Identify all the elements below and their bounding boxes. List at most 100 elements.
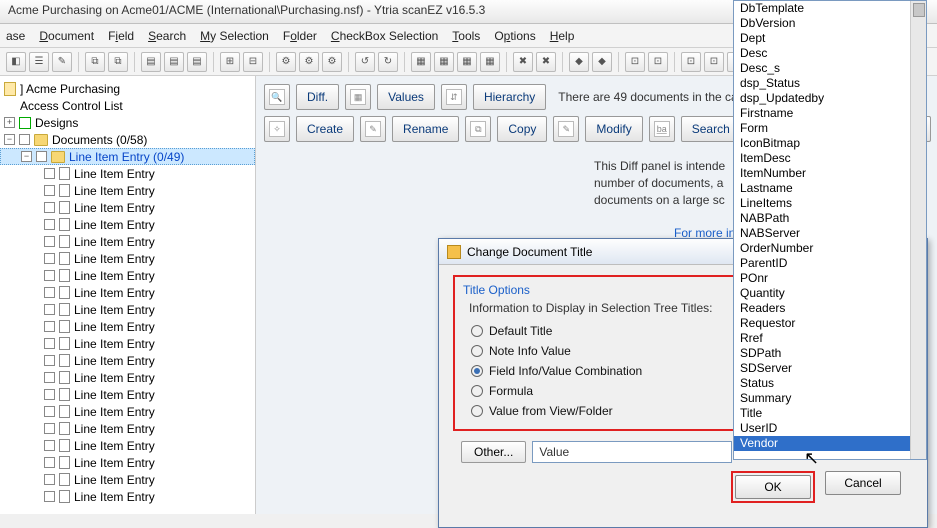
field-list-item[interactable]: DbVersion	[734, 16, 926, 31]
field-dropdown-list[interactable]: DbTemplateDbVersionDeptDescDesc_sdsp_Sta…	[733, 0, 927, 460]
checkbox[interactable]	[36, 151, 47, 162]
radio-icon[interactable]	[471, 365, 483, 377]
search-icon-button[interactable]: b̲a̲	[649, 116, 675, 142]
toolbar-button[interactable]: ⚙	[276, 52, 296, 72]
rename-button[interactable]: Rename	[392, 116, 459, 142]
toolbar-button[interactable]: ✖	[536, 52, 556, 72]
field-list-item[interactable]: NABPath	[734, 211, 926, 226]
rename-icon-button[interactable]: ✎	[360, 116, 386, 142]
checkbox[interactable]	[44, 440, 55, 451]
radio-icon[interactable]	[471, 325, 483, 337]
modify-icon-button[interactable]: ✎	[553, 116, 579, 142]
checkbox[interactable]	[44, 372, 55, 383]
field-list-item[interactable]: ItemDesc	[734, 151, 926, 166]
checkbox[interactable]	[44, 355, 55, 366]
panel-icon-button[interactable]: 🔍	[264, 84, 290, 110]
toolbar-button[interactable]: ⚙	[299, 52, 319, 72]
checkbox[interactable]	[44, 287, 55, 298]
menu-field[interactable]: Field	[108, 29, 134, 43]
toolbar-button[interactable]: ◆	[569, 52, 589, 72]
field-list-item[interactable]: Requestor	[734, 316, 926, 331]
toolbar-button[interactable]: ⧉	[108, 52, 128, 72]
tree-leaf[interactable]: Line Item Entry	[0, 386, 255, 403]
checkbox[interactable]	[44, 321, 55, 332]
field-list-item[interactable]: SDPath	[734, 346, 926, 361]
field-list-item[interactable]: LineItems	[734, 196, 926, 211]
menu-folder[interactable]: Folder	[283, 29, 317, 43]
checkbox[interactable]	[44, 253, 55, 264]
toolbar-button[interactable]: ▦	[411, 52, 431, 72]
other-button[interactable]: Other...	[461, 441, 526, 463]
toolbar-button[interactable]: ⊡	[648, 52, 668, 72]
checkbox[interactable]	[44, 389, 55, 400]
radio-icon[interactable]	[471, 385, 483, 397]
ok-button[interactable]: OK	[735, 475, 811, 499]
toolbar-button[interactable]: ✖	[513, 52, 533, 72]
collapse-icon[interactable]: −	[4, 134, 15, 145]
panel-icon-button[interactable]: ⇵	[441, 84, 467, 110]
field-list-item[interactable]: Lastname	[734, 181, 926, 196]
radio-icon[interactable]	[471, 345, 483, 357]
toolbar-button[interactable]: ◧	[6, 52, 26, 72]
toolbar-button[interactable]: ⊡	[704, 52, 724, 72]
field-list-item[interactable]: Firstname	[734, 106, 926, 121]
checkbox[interactable]	[44, 338, 55, 349]
menu-my-selection[interactable]: My Selection	[200, 29, 269, 43]
expand-icon[interactable]: +	[4, 117, 15, 128]
toolbar-button[interactable]: ↻	[378, 52, 398, 72]
checkbox[interactable]	[44, 270, 55, 281]
tree-line-item-entry[interactable]: − Line Item Entry (0/49)	[0, 148, 255, 165]
tree-designs[interactable]: + Designs	[0, 114, 255, 131]
toolbar-button[interactable]: ↺	[355, 52, 375, 72]
toolbar-button[interactable]: ⊡	[625, 52, 645, 72]
menu-help[interactable]: Help	[550, 29, 575, 43]
tree-leaf[interactable]: Line Item Entry	[0, 250, 255, 267]
checkbox[interactable]	[44, 406, 55, 417]
toolbar-button[interactable]: ▦	[434, 52, 454, 72]
checkbox[interactable]	[44, 304, 55, 315]
checkbox[interactable]	[44, 474, 55, 485]
field-list-item[interactable]: dsp_Status	[734, 76, 926, 91]
tree-leaf[interactable]: Line Item Entry	[0, 233, 255, 250]
diff-button[interactable]: Diff.	[296, 84, 339, 110]
value-input[interactable]	[532, 441, 732, 463]
tree-leaf[interactable]: Line Item Entry	[0, 199, 255, 216]
tree-leaf[interactable]: Line Item Entry	[0, 403, 255, 420]
toolbar-button[interactable]: ▦	[480, 52, 500, 72]
tree-documents[interactable]: − Documents (0/58)	[0, 131, 255, 148]
tree-leaf[interactable]: Line Item Entry	[0, 318, 255, 335]
checkbox[interactable]	[44, 219, 55, 230]
toolbar-button[interactable]: ⊞	[220, 52, 240, 72]
toolbar-button[interactable]: ▤	[164, 52, 184, 72]
field-list-item[interactable]: NABServer	[734, 226, 926, 241]
menu-search[interactable]: Search	[148, 29, 186, 43]
cancel-button[interactable]: Cancel	[825, 471, 901, 495]
toolbar-button[interactable]: ⧉	[85, 52, 105, 72]
tree-leaf[interactable]: Line Item Entry	[0, 165, 255, 182]
field-list-item[interactable]: Rref	[734, 331, 926, 346]
field-list-item[interactable]: Form	[734, 121, 926, 136]
tree-leaf[interactable]: Line Item Entry	[0, 369, 255, 386]
tree-leaf[interactable]: Line Item Entry	[0, 216, 255, 233]
checkbox[interactable]	[44, 168, 55, 179]
checkbox[interactable]	[44, 202, 55, 213]
tree-leaf[interactable]: Line Item Entry	[0, 437, 255, 454]
field-list-item[interactable]: Dept	[734, 31, 926, 46]
checkbox[interactable]	[44, 457, 55, 468]
menu-tools[interactable]: Tools	[452, 29, 480, 43]
menu-options[interactable]: Options	[494, 29, 535, 43]
menu-document[interactable]: Document	[39, 29, 94, 43]
toolbar-button[interactable]: ⊡	[681, 52, 701, 72]
panel-icon-button[interactable]: ▦	[345, 84, 371, 110]
field-list-item[interactable]: Desc_s	[734, 61, 926, 76]
toolbar-button[interactable]: ▤	[141, 52, 161, 72]
toolbar-button[interactable]: ▦	[457, 52, 477, 72]
tree-leaf[interactable]: Line Item Entry	[0, 284, 255, 301]
create-icon-button[interactable]: ✧	[264, 116, 290, 142]
scrollbar[interactable]	[910, 1, 926, 459]
hierarchy-button[interactable]: Hierarchy	[473, 84, 546, 110]
tree-leaf[interactable]: Line Item Entry	[0, 335, 255, 352]
tree-leaf[interactable]: Line Item Entry	[0, 352, 255, 369]
collapse-icon[interactable]: −	[21, 151, 32, 162]
field-list-item[interactable]: Vendor	[734, 436, 926, 451]
